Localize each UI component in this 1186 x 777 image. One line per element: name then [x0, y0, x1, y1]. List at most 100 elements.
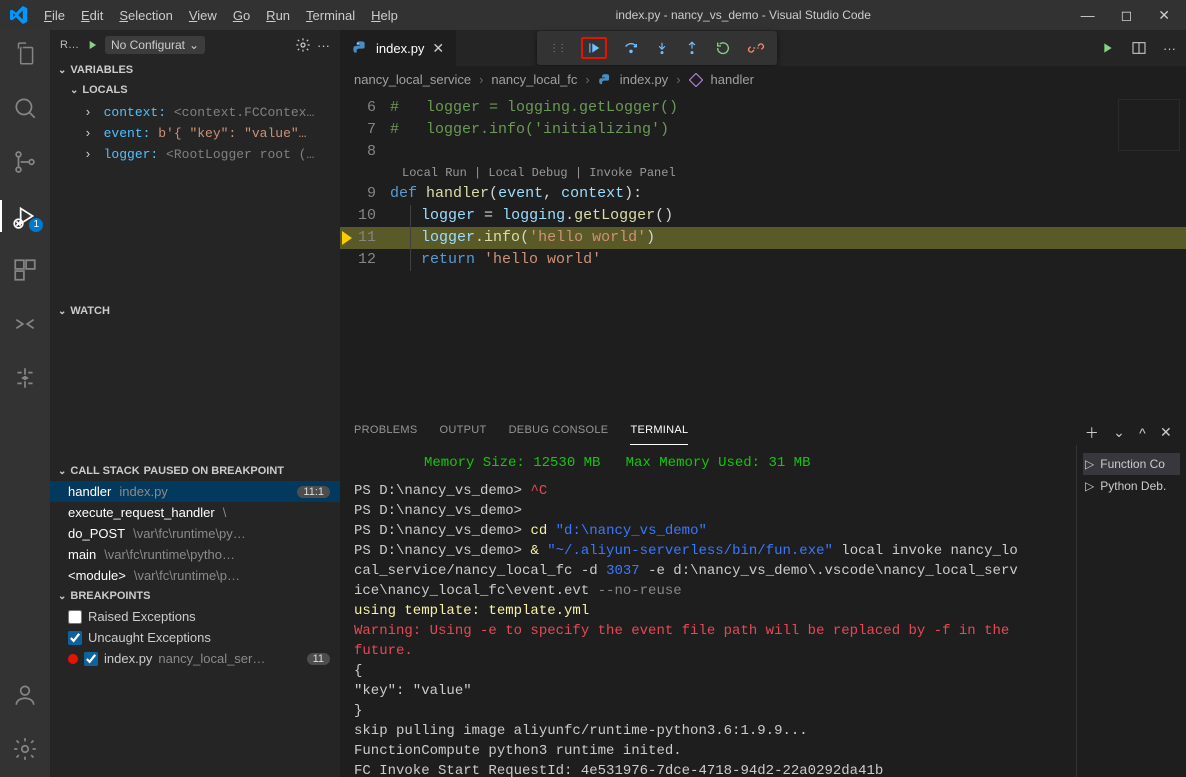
terminal-icon: ▷ — [1085, 457, 1094, 471]
callstack-section-header[interactable]: ⌄ Call Stack PAUSED ON BREAKPOINT — [50, 461, 340, 481]
bp-checkbox[interactable] — [68, 610, 82, 624]
new-terminal-icon[interactable]: ＋ — [1085, 423, 1099, 443]
close-panel-icon[interactable]: ✕ — [1160, 424, 1172, 441]
python-file-icon — [352, 40, 368, 56]
menu-help[interactable]: Help — [363, 4, 406, 27]
callstack-frame[interactable]: main\var\fc\runtime\pytho… — [50, 544, 340, 565]
editor-tab[interactable]: index.py ✕ — [340, 30, 457, 66]
callstack-list: handlerindex.py11:1 execute_request_hand… — [50, 481, 340, 586]
panel-tab-terminal[interactable]: TERMINAL — [630, 420, 688, 445]
menu-edit[interactable]: Edit — [73, 4, 111, 27]
window-title: index.py - nancy_vs_demo - Visual Studio… — [406, 8, 1081, 22]
chevron-down-icon: ⌄ — [58, 65, 66, 76]
menu-go[interactable]: Go — [225, 4, 258, 27]
account-icon[interactable] — [11, 681, 39, 709]
terminal-output[interactable]: Memory Size: 12530 MB Max Memory Used: 3… — [340, 445, 1076, 777]
chevron-down-icon: ⌄ — [58, 591, 66, 602]
step-over-icon[interactable] — [623, 40, 639, 56]
drag-handle-icon[interactable]: ⋮⋮ — [549, 43, 565, 54]
panel-tabs: PROBLEMS OUTPUT DEBUG CONSOLE TERMINAL ＋… — [340, 414, 1186, 445]
menu-selection[interactable]: Selection — [111, 4, 180, 27]
menu-terminal[interactable]: Terminal — [298, 4, 363, 27]
debug-config-select[interactable]: No Configurat ⌄ — [105, 36, 205, 54]
debug-toolbar[interactable]: ⋮⋮ — [537, 31, 777, 65]
explorer-icon[interactable] — [11, 40, 39, 68]
terminal-list: ▷Function Co ▷Python Deb. — [1076, 445, 1186, 777]
breadcrumb[interactable]: nancy_local_service› nancy_local_fc› ind… — [340, 66, 1186, 93]
callstack-frame[interactable]: do_POST\var\fc\runtime\py… — [50, 523, 340, 544]
breadcrumb-item[interactable]: nancy_local_fc — [491, 72, 577, 87]
scm-icon[interactable] — [11, 148, 39, 176]
bp-checkbox[interactable] — [84, 652, 98, 666]
side-bar: R… No Configurat ⌄ ··· ⌄Variables ⌄Local… — [50, 30, 340, 777]
panel-tab-problems[interactable]: PROBLEMS — [354, 420, 418, 445]
window-controls: — ◻ ✕ — [1081, 7, 1170, 24]
split-editor-icon[interactable] — [1131, 40, 1147, 56]
extensions-icon[interactable] — [11, 256, 39, 284]
breakpoint-item[interactable]: index.pynancy_local_ser…11 — [50, 648, 340, 669]
local-variable[interactable]: › logger: <RootLogger root (… — [84, 144, 340, 165]
menu-bar: File Edit Selection View Go Run Terminal… — [36, 4, 406, 27]
settings-gear-icon[interactable] — [11, 735, 39, 763]
panel-tab-debug-console[interactable]: DEBUG CONSOLE — [509, 420, 609, 445]
chevron-right-icon: › — [84, 105, 92, 120]
search-icon[interactable] — [11, 94, 39, 122]
start-debug-icon[interactable] — [85, 38, 99, 52]
symbol-method-icon — [689, 73, 703, 87]
close-tab-icon[interactable]: ✕ — [432, 40, 444, 57]
callstack-frame[interactable]: <module>\var\fc\runtime\p… — [50, 565, 340, 586]
breakpoints-list: Raised Exceptions Uncaught Exceptions in… — [50, 606, 340, 669]
run-header: R… No Configurat ⌄ ··· — [50, 30, 340, 60]
close-icon[interactable]: ✕ — [1158, 7, 1170, 24]
tab-bar: index.py ✕ ⋮⋮ ··· — [340, 30, 1186, 66]
callstack-frame[interactable]: handlerindex.py11:1 — [50, 481, 340, 502]
continue-icon[interactable] — [581, 37, 607, 59]
breakpoint-dot-icon — [68, 654, 78, 664]
more-actions-icon[interactable]: ··· — [317, 38, 330, 53]
maximize-panel-icon[interactable]: ^ — [1139, 425, 1146, 441]
terminal-list-item[interactable]: ▷Python Deb. — [1083, 475, 1180, 497]
minimize-icon[interactable]: — — [1081, 7, 1095, 24]
run-view-label: R… — [60, 39, 79, 51]
remote-icon[interactable] — [11, 310, 39, 338]
breakpoints-section-header[interactable]: ⌄Breakpoints — [50, 586, 340, 606]
watch-section-header[interactable]: ⌄Watch — [50, 301, 340, 321]
local-variable[interactable]: › event: b'{ "key": "value"… — [84, 123, 340, 144]
breadcrumb-item[interactable]: index.py — [620, 72, 668, 87]
chevron-down-icon: ⌄ — [70, 85, 78, 96]
breadcrumb-item[interactable]: nancy_local_service — [354, 72, 471, 87]
restart-icon[interactable] — [715, 40, 731, 56]
code-lens[interactable]: Local Run | Local Debug | Invoke Panel — [340, 163, 1186, 183]
menu-run[interactable]: Run — [258, 4, 298, 27]
chevron-down-icon[interactable]: ⌄ — [1113, 424, 1125, 441]
breadcrumb-item[interactable]: handler — [711, 72, 754, 87]
bp-checkbox[interactable] — [68, 631, 82, 645]
maximize-icon[interactable]: ◻ — [1121, 7, 1133, 24]
chevron-down-icon: ⌄ — [58, 466, 66, 477]
variables-section-header[interactable]: ⌄Variables — [50, 60, 340, 80]
run-file-icon[interactable] — [1099, 40, 1115, 56]
chevron-down-icon: ⌄ — [189, 38, 199, 52]
locals-header[interactable]: ⌄Locals — [50, 80, 340, 100]
breakpoint-item[interactable]: Uncaught Exceptions — [50, 627, 340, 648]
step-into-icon[interactable] — [655, 40, 669, 56]
panel-tab-output[interactable]: OUTPUT — [440, 420, 487, 445]
code-editor[interactable]: 6# logger = logging.getLogger() 7# logge… — [340, 93, 1186, 413]
local-variable[interactable]: › context: <context.FCContex… — [84, 102, 340, 123]
run-debug-icon[interactable]: 1 — [11, 202, 39, 230]
breakpoint-item[interactable]: Raised Exceptions — [50, 606, 340, 627]
debug-settings-icon[interactable] — [295, 37, 311, 53]
callstack-status: PAUSED ON BREAKPOINT — [144, 465, 284, 477]
step-out-icon[interactable] — [685, 40, 699, 56]
menu-view[interactable]: View — [181, 4, 225, 27]
aliyun-icon[interactable] — [11, 364, 39, 392]
activity-bar: 1 — [0, 30, 50, 777]
disconnect-icon[interactable] — [747, 40, 765, 56]
more-editor-icon[interactable]: ··· — [1163, 41, 1176, 56]
menu-file[interactable]: File — [36, 4, 73, 27]
debug-config-label: No Configurat — [111, 38, 185, 52]
terminal-list-item[interactable]: ▷Function Co — [1083, 453, 1180, 475]
callstack-frame[interactable]: execute_request_handler\ — [50, 502, 340, 523]
terminal-icon: ▷ — [1085, 479, 1094, 493]
chevron-down-icon: ⌄ — [58, 306, 66, 317]
